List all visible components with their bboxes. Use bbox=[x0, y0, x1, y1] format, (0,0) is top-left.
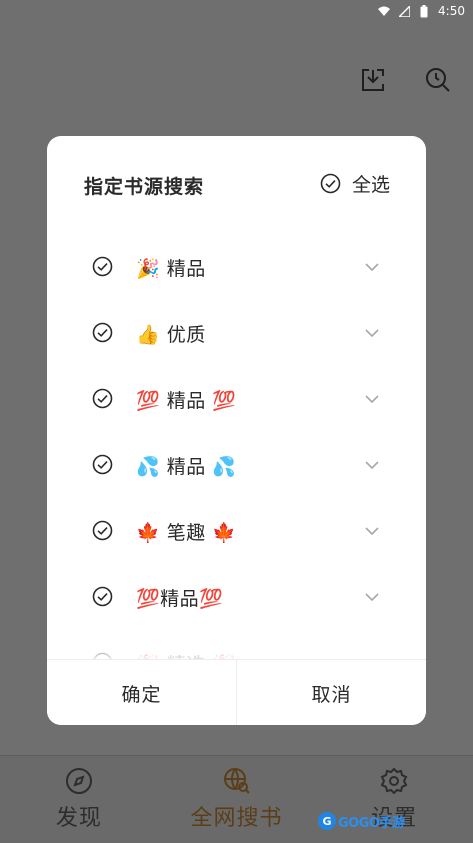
globe-search-icon bbox=[222, 766, 252, 796]
download-icon[interactable] bbox=[357, 64, 389, 96]
select-all-label: 全选 bbox=[351, 174, 390, 196]
history-search-icon[interactable] bbox=[422, 64, 454, 96]
status-time: 4:50 bbox=[438, 4, 465, 18]
nav-item-global-search[interactable]: 全网搜书 bbox=[158, 756, 316, 843]
source-list[interactable]: 🎉 精品 👍 优质 💯 精品 💯 💦 精品 💦 🍁 笔趣 🍁 💯精品💯 bbox=[47, 234, 426, 659]
list-item[interactable]: 🎉 精品 bbox=[47, 234, 426, 300]
list-item-label: 💯精品💯 bbox=[136, 587, 224, 610]
list-item[interactable]: 👍 优质 bbox=[47, 300, 426, 366]
compass-icon bbox=[64, 766, 94, 796]
check-circle-icon[interactable] bbox=[91, 255, 113, 277]
check-circle-icon[interactable] bbox=[91, 585, 113, 607]
list-item[interactable]: 💯精品💯 bbox=[47, 564, 426, 630]
signal-icon bbox=[398, 5, 410, 17]
chevron-down-icon[interactable] bbox=[364, 457, 380, 473]
nav-label-global-search: 全网搜书 bbox=[190, 806, 283, 831]
confirm-button[interactable]: 确定 bbox=[47, 660, 236, 725]
list-item[interactable]: 💦 精品 💦 bbox=[47, 432, 426, 498]
chevron-down-icon[interactable] bbox=[364, 589, 380, 605]
wifi-icon bbox=[378, 5, 391, 17]
chevron-down-icon[interactable] bbox=[364, 523, 380, 539]
list-item-label: 💦 精品 💦 bbox=[136, 455, 237, 478]
check-circle-icon[interactable] bbox=[91, 453, 113, 475]
chevron-down-icon[interactable] bbox=[364, 325, 380, 341]
gogo-watermark: G GOGO手游 bbox=[318, 810, 410, 832]
select-all-toggle[interactable]: 全选 bbox=[320, 170, 390, 197]
list-item-label: 🍁 笔趣 🍁 bbox=[136, 521, 237, 544]
watermark-text: GOGO手游 bbox=[338, 815, 405, 831]
check-circle-icon[interactable] bbox=[91, 387, 113, 409]
nav-item-discover[interactable]: 发现 bbox=[0, 756, 158, 843]
list-item[interactable]: 🎉 精选 🎉 bbox=[47, 630, 426, 659]
list-item-label: 👍 优质 bbox=[136, 323, 206, 346]
cancel-button[interactable]: 取消 bbox=[237, 660, 426, 725]
list-item[interactable]: 🍁 笔趣 🍁 bbox=[47, 498, 426, 564]
list-item-label: 🎉 精选 🎉 bbox=[136, 650, 236, 660]
chevron-down-icon[interactable] bbox=[364, 391, 380, 407]
list-item-label: 🎉 精品 bbox=[136, 257, 206, 280]
list-item[interactable]: 💯 精品 💯 bbox=[47, 366, 426, 432]
battery-icon bbox=[418, 4, 430, 17]
status-bar: 4:50 bbox=[0, 0, 473, 22]
check-circle-icon bbox=[320, 173, 342, 195]
check-circle-icon[interactable] bbox=[91, 321, 113, 343]
check-circle-icon[interactable] bbox=[91, 651, 113, 659]
dialog-title: 指定书源搜索 bbox=[84, 176, 205, 198]
chevron-down-icon[interactable] bbox=[364, 259, 380, 275]
source-select-dialog: 指定书源搜索 全选 🎉 精品 👍 优质 💯 精品 💯 💦 精品 💦 🍁 笔趣 🍁… bbox=[47, 136, 426, 725]
list-item-label: 💯 精品 💯 bbox=[136, 389, 237, 412]
dialog-actions: 确定 取消 bbox=[47, 659, 426, 725]
check-circle-icon[interactable] bbox=[91, 519, 113, 541]
watermark-logo-icon: G bbox=[318, 812, 336, 830]
nav-label-discover: 发现 bbox=[55, 806, 102, 831]
gear-icon bbox=[379, 766, 409, 796]
